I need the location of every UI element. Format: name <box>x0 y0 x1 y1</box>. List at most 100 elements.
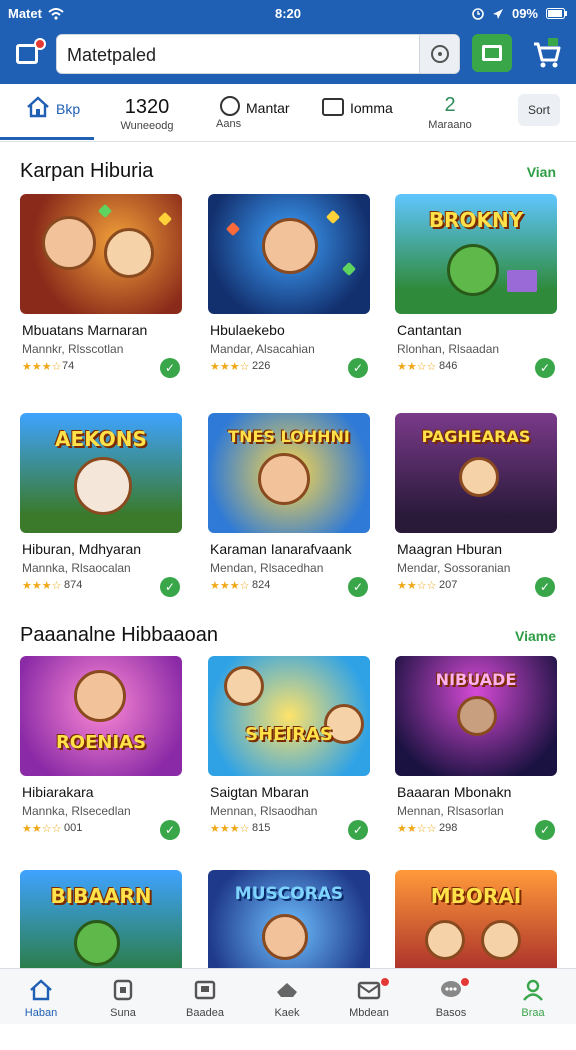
nav-mbdean-label: Mbdean <box>349 1007 389 1019</box>
installed-check-icon[interactable]: ✓ <box>160 820 180 840</box>
rating-count: 824 <box>252 579 271 591</box>
game-card[interactable]: ROENIAS Hibiarakara Mannka, Rlsecedlan ★… <box>20 656 184 840</box>
game-meta: Mennan, Rlsasorlan <box>397 804 504 818</box>
installed-check-icon[interactable]: ✓ <box>535 577 555 597</box>
section-view-link-2[interactable]: Viame <box>515 628 556 644</box>
character-art <box>447 244 499 296</box>
nav-home[interactable]: Haban <box>0 969 82 1025</box>
cart-button[interactable] <box>528 34 564 72</box>
section-view-link-1[interactable]: Vian <box>527 164 556 180</box>
nav-suna-label: Suna <box>110 1007 136 1019</box>
alarm-icon <box>472 7 484 20</box>
notification-badge <box>34 38 46 50</box>
rating-count: 001 <box>64 822 83 834</box>
game-title: Hbulaekebo <box>210 322 285 338</box>
game-thumbnail: AEKONS <box>20 413 182 533</box>
installed-check-icon[interactable]: ✓ <box>348 358 368 378</box>
home-icon <box>30 979 52 1001</box>
game-card[interactable]: NIBUADE Baaaran Mbonakn Mennan, Rlsasorl… <box>395 656 559 840</box>
game-meta: Mennan, Rlsaodhan <box>210 804 318 818</box>
battery-icon <box>546 8 567 19</box>
rating-stars: ★★★☆ <box>210 823 250 835</box>
character-art <box>425 920 465 960</box>
installed-check-icon[interactable]: ✓ <box>160 577 180 597</box>
tab-two[interactable]: 2 Maraano <box>420 84 480 140</box>
sort-button[interactable]: Sort <box>518 94 560 126</box>
square-icon <box>113 979 133 1001</box>
screen-icon <box>482 45 502 61</box>
game-card[interactable]: AEKONS Hiburan, Mdhyaran Mannka, Rlsaoca… <box>20 413 184 597</box>
game-thumbnail-title: ROENIAS <box>55 732 147 753</box>
character-art <box>262 914 308 960</box>
tab-count[interactable]: 1320 Wuneeodg <box>112 84 182 140</box>
game-thumbnail-title: BROKNY <box>428 208 524 232</box>
installed-check-icon[interactable]: ✓ <box>535 358 555 378</box>
cart-icon <box>534 38 561 68</box>
game-card[interactable]: BROKNY Cantantan Rlonhan, Rlsaadan ★★☆☆ … <box>395 194 559 378</box>
rating-stars: ★★☆☆ <box>397 823 437 835</box>
game-card[interactable]: SHEIRAS Saigtan Mbaran Mennan, Rlsaodhan… <box>208 656 372 840</box>
search-input[interactable]: Matetpaled <box>67 45 156 66</box>
clock-icon <box>220 96 240 116</box>
installed-check-icon[interactable]: ✓ <box>348 820 368 840</box>
tab-lomma-label: Iomma <box>350 100 393 116</box>
search-button[interactable] <box>419 35 459 73</box>
notifications-button[interactable] <box>12 38 46 70</box>
game-thumbnail: NIBUADE <box>395 656 557 776</box>
game-meta: Rlonhan, Rlsaadan <box>397 342 500 356</box>
game-thumbnail-title: BIBAARN <box>50 884 152 908</box>
game-thumbnail-title: TNES LOHHNI <box>228 427 350 446</box>
nav-braa[interactable]: Braa <box>492 969 574 1025</box>
game-meta: Mannka, Rlsecedlan <box>22 804 131 818</box>
installed-check-icon[interactable]: ✓ <box>160 358 180 378</box>
gem-art <box>157 211 173 227</box>
tab-home[interactable]: Bkp <box>0 84 94 140</box>
tab-count-value: 1320 <box>124 96 170 118</box>
character-art <box>459 457 499 497</box>
game-thumbnail: SHEIRAS <box>208 656 370 776</box>
battery-label: 09% <box>511 6 538 21</box>
game-meta: Mannka, Rlsaocalan <box>22 561 131 575</box>
game-thumbnail-title: MUSCORAS <box>234 884 344 904</box>
location-icon <box>492 8 503 19</box>
game-thumbnail <box>20 194 182 314</box>
game-title: Karaman Ianarafvaank <box>210 541 352 557</box>
tab-lomma[interactable]: Iomma <box>318 84 398 140</box>
status-bar: Matet 8:20 09% <box>0 0 576 28</box>
nav-suna[interactable]: Suna <box>82 969 164 1025</box>
tab-manual[interactable]: Mantar Aans <box>214 84 290 140</box>
rating-count: 298 <box>439 822 458 834</box>
game-title: Cantantan <box>397 322 462 338</box>
game-card[interactable]: Mbuatans Marnaran Mannkr, Rlsscotlan ★★★… <box>20 194 184 378</box>
search-bar[interactable]: Matetpaled <box>56 34 460 74</box>
game-card[interactable]: Hbulaekebo Mandar, Alsacahian ★★★☆ 226 ✓ <box>208 194 372 378</box>
rating-count: 815 <box>252 822 271 834</box>
screen-button[interactable] <box>472 34 512 72</box>
rating-stars: ★★★☆ <box>210 580 250 592</box>
nav-mbdean[interactable]: Mbdean <box>328 969 410 1025</box>
nav-basos[interactable]: Basos <box>410 969 492 1025</box>
game-thumbnail <box>208 194 370 314</box>
rating-stars: ★★☆☆ <box>22 823 62 835</box>
game-meta: Mannkr, Rlsscotlan <box>22 342 124 356</box>
rating-stars: ★★★☆ <box>210 361 250 373</box>
game-thumbnail-title: AEKONS <box>55 427 147 451</box>
game-card[interactable]: TNES LOHHNI Karaman Ianarafvaank Mendan,… <box>208 413 372 597</box>
rating-stars: ★★★☆ <box>22 361 62 373</box>
nav-baadea-label: Baadea <box>186 1007 224 1019</box>
nav-kaek[interactable]: Kaek <box>246 969 328 1025</box>
game-meta: Mandar, Alsacahian <box>210 342 315 356</box>
installed-check-icon[interactable]: ✓ <box>348 577 368 597</box>
nav-baadea[interactable]: Baadea <box>164 969 246 1025</box>
game-meta: Mendan, Rlsacedhan <box>210 561 324 575</box>
monitor-icon <box>322 98 344 116</box>
game-title: Saigtan Mbaran <box>210 784 309 800</box>
game-card[interactable]: PAGHEARAS Maagran Hburan Mendar, Sossora… <box>395 413 559 597</box>
tab-manual-label: Mantar <box>246 100 290 116</box>
gem-art <box>97 203 113 219</box>
chat-badge <box>460 977 470 987</box>
character-art <box>74 670 126 722</box>
category-tabs: Bkp 1320 Wuneeodg Mantar Aans Iomma 2 Ma… <box>0 84 576 142</box>
installed-check-icon[interactable]: ✓ <box>535 820 555 840</box>
game-title: Hiburan, Mdhyaran <box>22 541 142 557</box>
